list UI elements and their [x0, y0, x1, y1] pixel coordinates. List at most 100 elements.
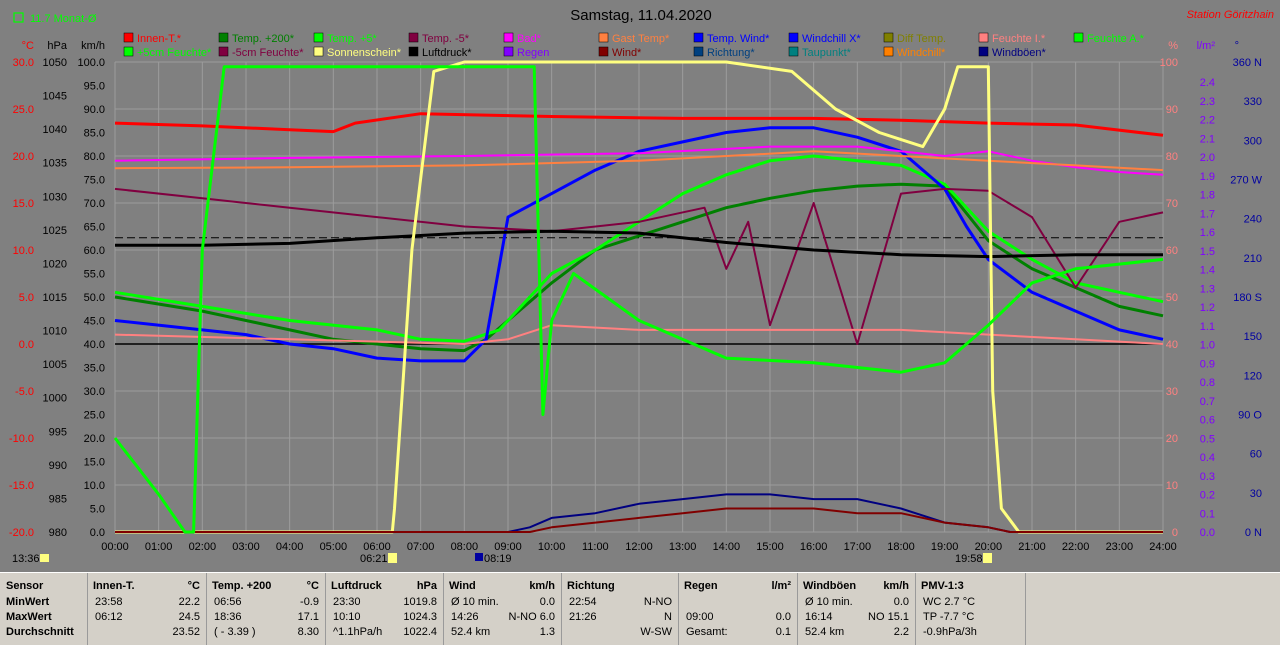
axis-tick-x: 11:00 [582, 541, 609, 553]
stats-column: Richtung 22:54 N-NO 21:26 N W-SW [561, 573, 679, 645]
stats-cell: 17.1 [297, 611, 319, 623]
stats-column: Luftdruck hPa 23:30 1019.8 10:10 1024.3 ^1.1hP… [325, 573, 444, 645]
stats-cell: 0.0 [893, 596, 909, 608]
stats-table: Sensor MinWert MaxWert Durchschnitt Innen-T.… [0, 572, 1280, 645]
chart-title: Samstag, 11.04.2020 [570, 7, 712, 24]
legend-label: Feuchte I.* [992, 33, 1046, 45]
axis-unit-left: °C [22, 40, 34, 52]
axis-tick-x: 09:00 [494, 541, 522, 553]
axis-tick-x: 04:00 [276, 541, 304, 553]
axis-tick-right: 0 [1172, 527, 1178, 539]
axis-tick-right: 30 [1166, 386, 1178, 398]
axis-tick-left: 1030 [43, 191, 67, 203]
axis-tick-right: 2.4 [1200, 77, 1215, 89]
axis-tick-left: 1010 [43, 326, 67, 338]
axis-tick-x: 20:00 [975, 541, 1003, 553]
axis-tick-left: 90.0 [84, 104, 105, 116]
axis-tick-right: 1.8 [1200, 190, 1215, 202]
axis-tick-x: 14:00 [713, 541, 741, 553]
legend-label: Feuchte A.* [1087, 33, 1145, 45]
time-markers: 13:36 06:21 08:19 19:58 [12, 553, 992, 565]
stats-cell: l/m² [771, 580, 791, 592]
axis-tick-right: 60 [1250, 449, 1262, 461]
legend-swatch [978, 46, 989, 57]
sunset-label: 19:58 [955, 553, 983, 565]
stats-cell: 0.1 [775, 626, 791, 638]
stats-cell: 52.4 km [805, 626, 845, 638]
stats-cell: Richtung [567, 580, 615, 592]
stats-column: Innen-T. °C 23:58 22.2 06:12 24.5 23.52 [87, 573, 207, 645]
stats-cell: 23.52 [172, 626, 200, 638]
axis-tick-left: 25.0 [84, 410, 105, 422]
axis-tick-right: 2.2 [1200, 115, 1215, 127]
month-avg-label: 11.7 Monat-Ø [30, 13, 97, 25]
axis-tick-right: 360 N [1233, 57, 1262, 69]
legend-label: Temp. +200* [232, 33, 295, 45]
axis-tick-x: 03:00 [232, 541, 260, 553]
axis-tick-right: 0.5 [1200, 433, 1215, 445]
legend-swatch [788, 46, 799, 57]
stats-cell: 23:58 [95, 596, 123, 608]
axis-tick-left: 1050 [43, 57, 67, 69]
stats-column: Temp. +200 °C 06:56 -0.9 18:36 17.1 ( - 3.39 )… [206, 573, 326, 645]
axis-tick-left: 5.0 [19, 292, 34, 304]
axis-tick-left: 15.0 [84, 457, 105, 469]
axis-tick-right: 0.2 [1200, 490, 1215, 502]
axis-tick-left: -15.0 [9, 480, 34, 492]
legend-swatch [218, 46, 229, 57]
sunrise-label: 06:21 [360, 553, 388, 565]
axis-tick-right: 80 [1166, 151, 1178, 163]
axis-tick-x: 18:00 [887, 541, 915, 553]
stats-cell: 21:26 [569, 611, 597, 623]
stats-cell: 06:56 [214, 596, 242, 608]
stats-cell: hPa [416, 580, 437, 592]
stats-cell: Windböen [803, 580, 857, 592]
axis-tick-right: 1.3 [1200, 283, 1215, 295]
stats-cell: 2.2 [893, 626, 909, 638]
axis-tick-x: 12:00 [625, 541, 653, 553]
legend-label: Temp. Wind* [707, 33, 770, 45]
axis-tick-left: 1040 [43, 124, 67, 136]
axis-tick-left: 1045 [43, 91, 67, 103]
legend-swatch [123, 46, 134, 57]
stats-cell: Temp. +200 [212, 580, 272, 592]
axis-tick-right: 2.1 [1200, 133, 1215, 145]
stats-cell: MinWert [6, 596, 50, 608]
axis-tick-left: 30.0 [13, 57, 34, 69]
stats-cell: Gesamt: [686, 626, 728, 638]
axis-tick-x: 21:00 [1018, 541, 1046, 553]
axis-unit-right: ° [1235, 40, 1239, 52]
stats-cell: 0.0 [775, 611, 791, 623]
axis-tick-left: 0.0 [90, 527, 105, 539]
axis-tick-left: 15.0 [13, 198, 34, 210]
axis-tick-left: 70.0 [84, 198, 105, 210]
axis-unit-left: hPa [47, 40, 67, 52]
axis-tick-x: 10:00 [538, 541, 566, 553]
axis-tick-left: 65.0 [84, 222, 105, 234]
legend-swatch [123, 32, 134, 43]
axis-tick-left: 990 [49, 460, 67, 472]
legend-label: Taupunkt* [802, 47, 852, 59]
axis-tick-right: 0.6 [1200, 415, 1215, 427]
axis-tick-x: 00:00 [101, 541, 129, 553]
stats-cell: Ø 10 min. [451, 596, 499, 608]
axis-tick-right: 0.7 [1200, 396, 1215, 408]
axis-tick-right: 330 [1244, 96, 1262, 108]
axis-tick-left: 980 [49, 527, 67, 539]
weather-chart: °C 30.0 25.0 20.0 15.0 10.0 5.0 0.0 -5.0 -10.0 -15… [9, 7, 1274, 565]
stats-cell: 10:10 [333, 611, 361, 623]
axis-tick-right: 1.6 [1200, 227, 1215, 239]
axis-tick-right: 0.4 [1200, 452, 1215, 464]
axis-tick-x: 15:00 [756, 541, 784, 553]
stats-column: Wind km/h Ø 10 min. 0.0 14:26 N-NO 6.0 52.4 km… [443, 573, 562, 645]
axis-tick-right: 90 [1166, 104, 1178, 116]
axis-tick-right: 1.9 [1200, 171, 1215, 183]
legend-label: Luftdruck* [422, 47, 472, 59]
sunset-icon [983, 553, 992, 563]
axis-tick-x: 06:00 [363, 541, 391, 553]
legend-label: Windchill X* [802, 33, 861, 45]
legend-swatch [598, 46, 609, 57]
axis-tick-left: 60.0 [84, 245, 105, 257]
legend-swatch [408, 46, 419, 57]
stats-cell: TP -7.7 °C [923, 611, 975, 623]
